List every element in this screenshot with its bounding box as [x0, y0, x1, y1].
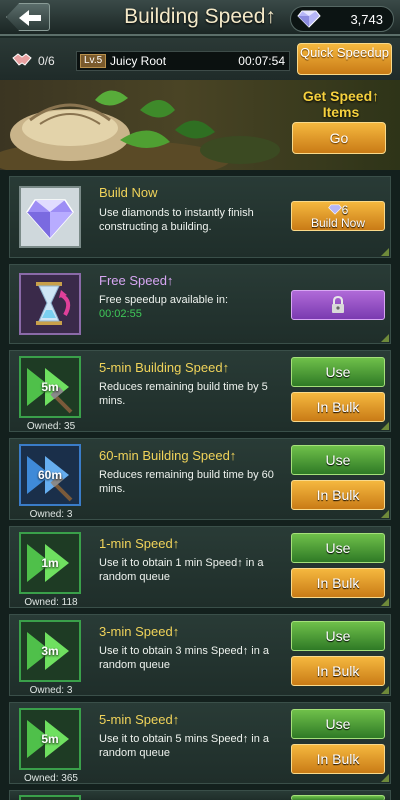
- item-icon-label: 5m: [41, 380, 59, 394]
- item-title: 5-min Building Speed↑: [99, 360, 230, 375]
- build-now-cost-value: 6: [341, 203, 349, 217]
- item-title: 1-min Speed↑: [99, 536, 180, 551]
- item-icon-label: 1m: [41, 556, 59, 570]
- free-speedup-button-locked[interactable]: [291, 290, 385, 320]
- item-title: 5-min Speed↑: [99, 712, 180, 727]
- list-item: 5m Owned: 365 5-min Speed↑ Use it to obt…: [9, 702, 391, 784]
- list-item: 60m Owned: 3 60-min Building Speed↑ Redu…: [9, 438, 391, 520]
- list-item: Free Speed↑ Free speedup available in: 0…: [9, 264, 391, 344]
- list-item: 3m Owned: 3 3-min Speed↑ Use it to obtai…: [9, 614, 391, 696]
- list-item-partial: [9, 790, 391, 800]
- item-description: Use it to obtain 5 mins Speed↑ in a rand…: [99, 733, 269, 759]
- card-corner: [381, 334, 389, 342]
- item-description: Reduces remaining build time by 60 mins.: [99, 469, 274, 495]
- free-speedup-timer: 00:02:55: [99, 308, 142, 320]
- current-build-task: Lv.5 Juicy Root 00:07:54: [76, 51, 290, 71]
- page-title: Building Speed↑: [124, 5, 276, 28]
- get-speed-items-label: Get Speed↑ Items: [302, 88, 380, 120]
- item-icon-frame: 3m: [19, 620, 81, 682]
- diamond-icon: [297, 10, 321, 28]
- owned-count: Owned: 35: [26, 421, 76, 432]
- use-button[interactable]: Use: [291, 445, 385, 475]
- back-arrow-icon: [19, 10, 41, 26]
- get-speed-items-banner: Get Speed↑ Items Go: [0, 80, 400, 170]
- item-icon-label: 5m: [41, 732, 59, 746]
- card-corner: [381, 686, 389, 694]
- item-title: Build Now: [99, 185, 158, 200]
- item-description: Free speedup available in:: [99, 294, 229, 306]
- card-corner: [381, 774, 389, 782]
- banner-artwork: [0, 90, 280, 170]
- item-icon-frame: 5m: [19, 356, 81, 418]
- speedup-item-list[interactable]: Build Now Use diamonds to instantly fini…: [0, 170, 400, 800]
- item-icon-frame: 1m: [19, 532, 81, 594]
- item-description: Reduces remaining build time by 5 mins.: [99, 381, 268, 407]
- item-icon-frame: [19, 795, 81, 800]
- top-bar: Building Speed↑ 3,743: [0, 0, 400, 36]
- go-button[interactable]: Go: [292, 122, 386, 154]
- quick-speedup-button[interactable]: Quick Speedup: [297, 43, 392, 75]
- owned-count: Owned: 3: [29, 685, 73, 696]
- use-button[interactable]: Use: [291, 357, 385, 387]
- in-bulk-button[interactable]: In Bulk: [291, 392, 385, 422]
- in-bulk-button[interactable]: In Bulk: [291, 480, 385, 510]
- item-icon-label: 60m: [37, 468, 63, 482]
- card-corner: [381, 248, 389, 256]
- lock-icon: [332, 295, 344, 313]
- in-bulk-button[interactable]: In Bulk: [291, 656, 385, 686]
- build-now-label: Build Now: [310, 216, 366, 230]
- item-description: Use diamonds to instantly finish constru…: [99, 207, 254, 233]
- item-title: Free Speed↑: [99, 273, 174, 288]
- builder-queue-count: 0/6: [38, 54, 55, 68]
- in-bulk-button[interactable]: In Bulk: [291, 568, 385, 598]
- item-title: 60-min Building Speed↑: [99, 448, 237, 463]
- hourglass-icon: [36, 282, 71, 325]
- diamond-icon: [26, 199, 74, 240]
- use-button[interactable]: Use: [291, 533, 385, 563]
- item-icon-frame: [19, 186, 81, 248]
- diamond-icon: [327, 204, 342, 215]
- level-badge: Lv.5: [80, 54, 107, 68]
- item-icon-label: 3m: [41, 644, 59, 658]
- card-corner: [381, 422, 389, 430]
- list-item: Build Now Use diamonds to instantly fini…: [9, 176, 391, 258]
- use-button[interactable]: Use: [291, 709, 385, 739]
- use-button[interactable]: Use: [291, 621, 385, 651]
- item-icon-frame: [19, 273, 81, 335]
- back-button[interactable]: [6, 3, 50, 31]
- owned-count: Owned: 3: [29, 509, 73, 520]
- task-time-remaining: 00:07:54: [238, 54, 285, 68]
- use-button[interactable]: [291, 795, 385, 800]
- handshake-icon: [12, 53, 32, 66]
- owned-count: Owned: 365: [24, 773, 78, 784]
- build-now-button[interactable]: 6 Build Now: [291, 201, 385, 231]
- item-icon-frame: 5m: [19, 708, 81, 770]
- item-description: Use it to obtain 1 min Speed↑ in a rando…: [99, 557, 264, 583]
- card-corner: [381, 510, 389, 518]
- list-item: 5m Owned: 35 5-min Building Speed↑ Reduc…: [9, 350, 391, 432]
- item-title: 3-min Speed↑: [99, 624, 180, 639]
- list-item: 1m Owned: 118 1-min Speed↑ Use it to obt…: [9, 526, 391, 608]
- gem-balance[interactable]: 3,743: [290, 6, 394, 32]
- task-name: Juicy Root: [110, 54, 167, 68]
- in-bulk-button[interactable]: In Bulk: [291, 744, 385, 774]
- item-icon-frame: 60m: [19, 444, 81, 506]
- card-corner: [381, 598, 389, 606]
- gem-count: 3,743: [350, 12, 383, 27]
- owned-count: Owned: 118: [24, 597, 78, 608]
- item-description: Use it to obtain 3 mins Speed↑ in a rand…: [99, 645, 269, 671]
